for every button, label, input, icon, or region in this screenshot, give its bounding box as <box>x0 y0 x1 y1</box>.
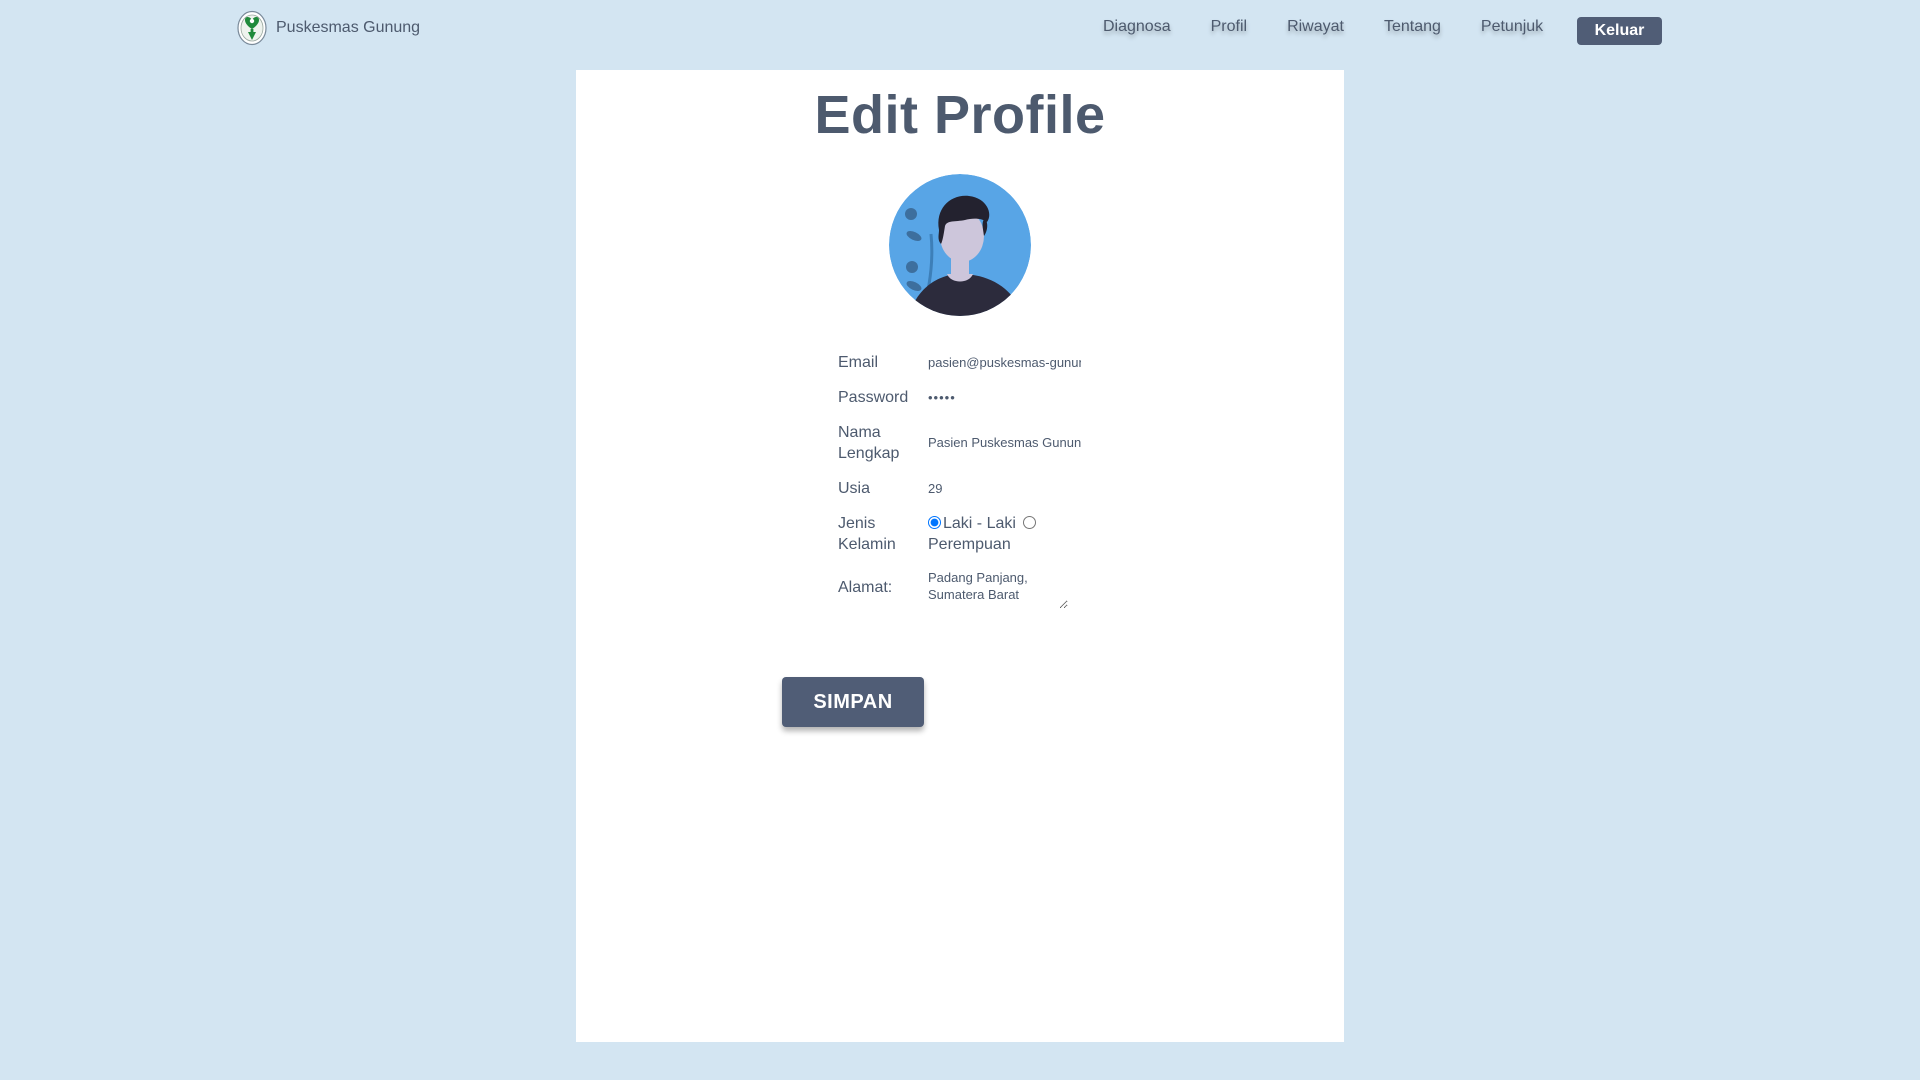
gender-options: Laki - Laki Perempuan <box>928 513 1088 555</box>
nav-link-profil[interactable]: Profil <box>1211 18 1247 36</box>
gender-row: Jenis Kelamin Laki - Laki Perempuan <box>838 513 1098 555</box>
full-name-field[interactable] <box>928 432 1081 453</box>
profile-card: Edit Profile Email pasien@puskesmas-gunu… <box>576 70 1344 1042</box>
avatar-icon <box>889 174 1031 316</box>
age-field[interactable] <box>928 478 1081 499</box>
gender-option-male-label: Laki - Laki <box>943 515 1016 532</box>
page-title: Edit Profile <box>814 85 1106 145</box>
gender-label-line2: Kelamin <box>838 536 896 553</box>
navbar: Puskesmas Gunung Diagnosa Profil Riwayat… <box>0 0 1920 62</box>
full-name-label-line1: Nama <box>838 424 881 441</box>
email-label: Email <box>838 354 879 371</box>
nav-link-tentang[interactable]: Tentang <box>1384 18 1441 36</box>
address-textarea[interactable]: Padang Panjang, Sumatera Barat <box>928 569 1068 609</box>
profile-form: Email Password Nama Lengkap Usia Jenis K… <box>838 352 1098 628</box>
brand[interactable]: Puskesmas Gunung <box>237 10 420 46</box>
nav-link-diagnosa[interactable]: Diagnosa <box>1103 18 1171 36</box>
gender-radio-female[interactable] <box>1023 516 1037 529</box>
full-name-label: Nama Lengkap <box>838 422 928 464</box>
gender-label-line1: Jenis <box>838 515 876 532</box>
full-name-row: Nama Lengkap <box>838 422 1098 464</box>
save-button[interactable]: SIMPAN <box>782 677 924 727</box>
email-field[interactable] <box>928 352 1081 373</box>
health-logo-icon <box>237 10 267 46</box>
logout-button[interactable]: Keluar <box>1577 17 1662 45</box>
age-row: Usia <box>838 478 1098 499</box>
nav-link-riwayat[interactable]: Riwayat <box>1287 18 1344 36</box>
full-name-label-line2: Lengkap <box>838 445 900 462</box>
age-label: Usia <box>838 480 871 497</box>
nav-link-petunjuk[interactable]: Petunjuk <box>1481 18 1543 36</box>
email-row: Email <box>838 352 1098 373</box>
password-field[interactable] <box>928 387 1081 408</box>
nav-links: Diagnosa Profil Riwayat Tentang Petunjuk <box>1103 18 1543 36</box>
address-row: Alamat: Padang Panjang, Sumatera Barat <box>838 569 1098 614</box>
address-wrap: Padang Panjang, Sumatera Barat <box>928 569 1068 614</box>
password-row: Password <box>838 387 1098 408</box>
gender-option-female-label: Perempuan <box>928 536 1011 553</box>
gender-radio-male[interactable] <box>928 516 941 529</box>
brand-name: Puskesmas Gunung <box>276 19 421 36</box>
gender-label: Jenis Kelamin <box>838 513 928 555</box>
address-label: Alamat: <box>838 579 893 596</box>
password-label: Password <box>838 389 909 406</box>
